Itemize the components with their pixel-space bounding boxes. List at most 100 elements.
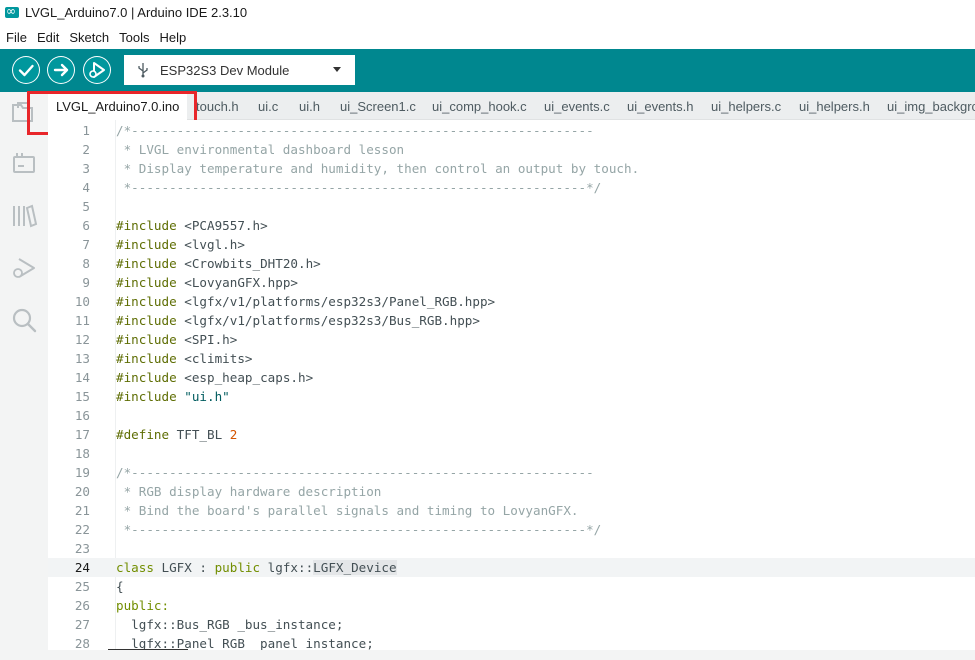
line-number: 22 — [74, 522, 90, 537]
code-line[interactable]: 16 — [48, 406, 975, 425]
code-line[interactable]: 19 /*------------------------------------… — [48, 463, 975, 482]
code-line[interactable]: 9 #include <LovyanGFX.hpp> — [48, 273, 975, 292]
tab-label: ui_events.h — [627, 98, 694, 114]
debug-sidebar-icon[interactable] — [10, 254, 38, 282]
menu-file[interactable]: File — [6, 30, 27, 45]
code-text: #include <lvgl.h> — [116, 235, 245, 254]
tab-ui-helpers-c[interactable]: ui_helpers.c — [703, 92, 789, 120]
code-line[interactable]: 18 — [48, 444, 975, 463]
code-token: <Crowbits_DHT20.h> — [184, 256, 321, 271]
code-token: #include — [116, 294, 185, 309]
code-token: * Bind the board's parallel signals and … — [116, 503, 579, 518]
code-text: *---------------------------------------… — [116, 520, 602, 539]
line-number: 4 — [82, 180, 90, 195]
code-text: class LGFX : public lgfx::LGFX_Device — [116, 558, 397, 577]
menu-help[interactable]: Help — [159, 30, 186, 45]
debug-button[interactable] — [83, 56, 111, 84]
scroll-indicator — [108, 649, 188, 650]
code-line[interactable]: 22 *------------------------------------… — [48, 520, 975, 539]
code-line[interactable]: 13 #include <climits> — [48, 349, 975, 368]
code-line[interactable]: 15 #include "ui.h" — [48, 387, 975, 406]
code-text: lgfx::Panel_RGB _panel_instance; — [116, 634, 374, 650]
code-line[interactable]: 23 — [48, 539, 975, 558]
code-line[interactable]: 11 #include <lgfx/v1/platforms/esp32s3/Bu… — [48, 311, 975, 330]
line-number: 6 — [82, 218, 90, 233]
line-number: 2 — [82, 142, 90, 157]
menu-tools[interactable]: Tools — [119, 30, 149, 45]
upload-button[interactable] — [47, 56, 75, 84]
code-line[interactable]: 8 #include <Crowbits_DHT20.h> — [48, 254, 975, 273]
code-line[interactable]: 17 #define TFT_BL 2 — [48, 425, 975, 444]
line-number: 3 — [82, 161, 90, 176]
tab-ui-screen1-c[interactable]: ui_Screen1.c — [332, 92, 424, 120]
code-line[interactable]: 5 — [48, 197, 975, 216]
line-number: 19 — [74, 465, 90, 480]
search-icon[interactable] — [10, 306, 38, 334]
code-text: /*--------------------------------------… — [116, 121, 594, 140]
code-line[interactable]: 12 #include <SPI.h> — [48, 330, 975, 349]
code-line[interactable]: 21 * Bind the board's parallel signals a… — [48, 501, 975, 520]
code-token: #include — [116, 237, 185, 252]
line-number: 5 — [82, 199, 90, 214]
line-number: 13 — [74, 351, 90, 366]
code-line[interactable]: 2 * LVGL environmental dashboard lesson — [48, 140, 975, 159]
board-selector[interactable]: ESP32S3 Dev Module — [124, 55, 355, 85]
code-token: <SPI.h> — [184, 332, 238, 347]
menu-edit[interactable]: Edit — [37, 30, 59, 45]
code-token: #include — [116, 275, 185, 290]
tab-ui-img-background[interactable]: ui_img_backgrc — [879, 92, 975, 120]
chevron-down-icon — [333, 67, 341, 72]
code-line[interactable]: 3 * Display temperature and humidity, th… — [48, 159, 975, 178]
code-token: { — [116, 579, 124, 594]
board-manager-icon[interactable] — [10, 150, 38, 178]
code-token: lgfx::Bus_RGB _bus_instance; — [116, 617, 344, 632]
code-line[interactable]: 1 /*-------------------------------------… — [48, 121, 975, 140]
toolbar: ESP32S3 Dev Module — [0, 49, 975, 92]
verify-button[interactable] — [12, 56, 40, 84]
code-line[interactable]: 10 #include <lgfx/v1/platforms/esp32s3/Pa… — [48, 292, 975, 311]
code-line[interactable]: 24 class LGFX : public lgfx::LGFX_Device — [48, 558, 975, 577]
code-line[interactable]: 4 *-------------------------------------… — [48, 178, 975, 197]
window-title: LVGL_Arduino7.0 | Arduino IDE 2.3.10 — [25, 4, 248, 20]
code-line[interactable]: 20 * RGB display hardware description — [48, 482, 975, 501]
folder-icon[interactable] — [10, 98, 38, 126]
code-text: * LVGL environmental dashboard lesson — [116, 140, 405, 159]
code-line[interactable]: 27 lgfx::Bus_RGB _bus_instance; — [48, 615, 975, 634]
code-text: #define TFT_BL 2 — [116, 425, 237, 444]
code-token: <lgfx/v1/platforms/esp32s3/Panel_RGB.hpp… — [184, 294, 496, 309]
line-number: 15 — [74, 389, 90, 404]
tab-ui-events-h[interactable]: ui_events.h — [619, 92, 702, 120]
code-editor[interactable]: 1 /*-------------------------------------… — [48, 120, 975, 650]
code-token: #include — [116, 389, 185, 404]
line-number: 14 — [74, 370, 90, 385]
code-text: #include <esp_heap_caps.h> — [116, 368, 313, 387]
code-line[interactable]: 6 #include <PCA9557.h> — [48, 216, 975, 235]
code-token: * LVGL environmental dashboard lesson — [116, 142, 405, 157]
tab-ui-events-c[interactable]: ui_events.c — [536, 92, 618, 120]
code-token: <LovyanGFX.hpp> — [184, 275, 298, 290]
tab-ui-c[interactable]: ui.c — [250, 92, 286, 120]
title-bar: LVGL_Arduino7.0 | Arduino IDE 2.3.10 — [0, 0, 975, 24]
line-number: 26 — [74, 598, 90, 613]
code-line[interactable]: 25 { — [48, 577, 975, 596]
line-number: 28 — [74, 636, 90, 650]
tab-touch-h[interactable]: touch.h — [188, 92, 247, 120]
code-token: lgfx::Panel_RGB _panel_instance; — [116, 636, 374, 650]
code-line[interactable]: 28 lgfx::Panel_RGB _panel_instance; — [48, 634, 975, 650]
code-line[interactable]: 7 #include <lvgl.h> — [48, 235, 975, 254]
tab-ui-h[interactable]: ui.h — [291, 92, 328, 120]
library-icon[interactable] — [10, 202, 38, 230]
code-text: *---------------------------------------… — [116, 178, 602, 197]
code-line[interactable]: 14 #include <esp_heap_caps.h> — [48, 368, 975, 387]
line-number: 25 — [74, 579, 90, 594]
tab-ui-helpers-h[interactable]: ui_helpers.h — [791, 92, 878, 120]
code-token: LGFX : — [161, 560, 215, 575]
code-token: #include — [116, 351, 185, 366]
board-name: ESP32S3 Dev Module — [160, 62, 290, 78]
tab-ui-comp-hook-c[interactable]: ui_comp_hook.c — [424, 92, 535, 120]
tab-lvgl-arduino-ino[interactable]: LVGL_Arduino7.0.ino — [48, 92, 188, 121]
code-token: *---------------------------------------… — [116, 180, 602, 195]
menu-sketch[interactable]: Sketch — [69, 30, 109, 45]
code-line[interactable]: 26 public: — [48, 596, 975, 615]
line-number: 10 — [74, 294, 90, 309]
